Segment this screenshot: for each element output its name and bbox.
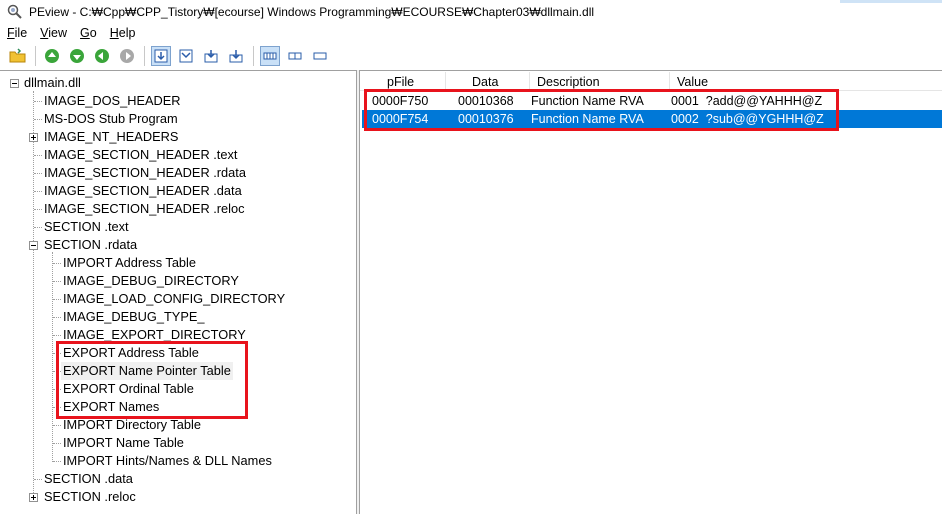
cell-pfile: 0000F754 bbox=[372, 112, 429, 126]
tree-line bbox=[53, 443, 61, 444]
column-header-value[interactable]: Value bbox=[670, 72, 942, 90]
tree-line bbox=[53, 407, 61, 408]
tree-item-export-names[interactable]: EXPORT Names bbox=[61, 398, 161, 416]
cell-description: Function Name RVA bbox=[531, 112, 644, 126]
toolbar-separator bbox=[253, 46, 254, 66]
view-hex-icon[interactable] bbox=[260, 46, 280, 66]
menu-file[interactable]: File bbox=[7, 26, 27, 40]
tree-item-dos-header[interactable]: IMAGE_DOS_HEADER bbox=[42, 92, 183, 110]
toolbar-separator bbox=[144, 46, 145, 66]
tree-item-debug-directory[interactable]: IMAGE_DEBUG_DIRECTORY bbox=[61, 272, 241, 290]
menu-view[interactable]: View bbox=[40, 26, 67, 40]
tree-line bbox=[34, 173, 42, 174]
column-header-pfile[interactable]: pFile bbox=[360, 72, 446, 90]
peview-app-icon bbox=[7, 4, 22, 19]
view-text-icon[interactable] bbox=[285, 46, 305, 66]
view-dword-icon[interactable] bbox=[201, 46, 221, 66]
tree-item-section-text[interactable]: SECTION .text bbox=[42, 218, 131, 236]
tree-line bbox=[34, 191, 42, 192]
tree-line bbox=[33, 91, 34, 499]
tree-root[interactable]: dllmain.dll bbox=[22, 74, 83, 92]
view-word-icon[interactable] bbox=[176, 46, 196, 66]
table-row[interactable]: 0000F750 00010368 Function Name RVA 0001… bbox=[362, 92, 942, 110]
title-accent bbox=[840, 0, 942, 3]
tree-line bbox=[53, 263, 61, 264]
view-qword-icon[interactable] bbox=[226, 46, 246, 66]
expand-reloc-icon[interactable] bbox=[29, 493, 38, 502]
detail-list[interactable]: pFile Data Description Value 0000F750 00… bbox=[360, 70, 942, 515]
collapse-root-icon[interactable] bbox=[10, 79, 19, 88]
tree-line bbox=[53, 425, 61, 426]
go-up-icon[interactable] bbox=[92, 46, 112, 66]
tree-item-dos-stub[interactable]: MS-DOS Stub Program bbox=[42, 110, 180, 128]
cell-description: Function Name RVA bbox=[531, 94, 644, 108]
tree-item-export-name-pointer-table[interactable]: EXPORT Name Pointer Table bbox=[61, 362, 233, 380]
tree-line bbox=[53, 317, 61, 318]
window-title: PEview - C:₩Cpp₩CPP_Tistory₩[ecourse] Wi… bbox=[29, 5, 595, 19]
cell-value: 0002 ?sub@@YGHHH@Z bbox=[671, 112, 824, 126]
tree-item-section-rdata[interactable]: SECTION .rdata bbox=[42, 236, 139, 254]
tree-line bbox=[34, 479, 42, 480]
tree-item-load-config-directory[interactable]: IMAGE_LOAD_CONFIG_DIRECTORY bbox=[61, 290, 287, 308]
tree-item-section-data[interactable]: SECTION .data bbox=[42, 470, 135, 488]
tree-line bbox=[53, 461, 61, 462]
cell-pfile: 0000F750 bbox=[372, 94, 429, 108]
tree-item-debug-type[interactable]: IMAGE_DEBUG_TYPE_ bbox=[61, 308, 207, 326]
tree-item-import-directory-table[interactable]: IMPORT Directory Table bbox=[61, 416, 203, 434]
menu-help[interactable]: Help bbox=[110, 26, 136, 40]
tree-item-section-reloc[interactable]: SECTION .reloc bbox=[42, 488, 138, 506]
toolbar-separator bbox=[35, 46, 36, 66]
section-tree[interactable]: dllmain.dll IMAGE_DOS_HEADER MS-DOS Stub… bbox=[0, 70, 356, 515]
tree-line bbox=[53, 371, 61, 372]
collapse-rdata-icon[interactable] bbox=[29, 241, 38, 250]
tree-item-export-directory[interactable]: IMAGE_EXPORT_DIRECTORY bbox=[61, 326, 248, 344]
go-forward-icon[interactable] bbox=[67, 46, 87, 66]
title-bar: PEview - C:₩Cpp₩CPP_Tistory₩[ecourse] Wi… bbox=[0, 0, 942, 24]
tree-line bbox=[53, 353, 61, 354]
tree-item-export-ordinal-table[interactable]: EXPORT Ordinal Table bbox=[61, 380, 196, 398]
tree-item-section-header-data[interactable]: IMAGE_SECTION_HEADER .data bbox=[42, 182, 244, 200]
tree-item-export-address-table[interactable]: EXPORT Address Table bbox=[61, 344, 201, 362]
cell-value: 0001 ?add@@YAHHH@Z bbox=[671, 94, 823, 108]
tree-item-import-name-table[interactable]: IMPORT Name Table bbox=[61, 434, 186, 452]
tree-item-import-hints-names[interactable]: IMPORT Hints/Names & DLL Names bbox=[61, 452, 274, 470]
open-folder-icon[interactable] bbox=[8, 46, 28, 66]
view-default-icon[interactable] bbox=[310, 46, 330, 66]
tree-line bbox=[52, 252, 53, 462]
toolbar bbox=[0, 42, 942, 70]
go-disabled-icon[interactable] bbox=[117, 46, 137, 66]
view-byte-icon[interactable] bbox=[151, 46, 171, 66]
tree-line bbox=[53, 335, 61, 336]
tree-item-section-header-reloc[interactable]: IMAGE_SECTION_HEADER .reloc bbox=[42, 200, 247, 218]
tree-item-import-address-table[interactable]: IMPORT Address Table bbox=[61, 254, 198, 272]
tree-line bbox=[34, 119, 42, 120]
column-header-data[interactable]: Data bbox=[446, 72, 530, 90]
tree-line bbox=[34, 227, 42, 228]
menu-bar: File View Go Help bbox=[0, 24, 942, 42]
tree-line bbox=[53, 389, 61, 390]
table-row-selected[interactable]: 0000F754 00010376 Function Name RVA 0002… bbox=[362, 110, 942, 128]
tree-line bbox=[53, 281, 61, 282]
expand-nt-headers-icon[interactable] bbox=[29, 133, 38, 142]
tree-line bbox=[53, 299, 61, 300]
list-header: pFile Data Description Value bbox=[360, 72, 942, 91]
cell-data: 00010376 bbox=[458, 112, 514, 126]
go-back-icon[interactable] bbox=[42, 46, 62, 66]
tree-line bbox=[34, 155, 42, 156]
cell-data: 00010368 bbox=[458, 94, 514, 108]
tree-item-section-header-text[interactable]: IMAGE_SECTION_HEADER .text bbox=[42, 146, 239, 164]
menu-go[interactable]: Go bbox=[80, 26, 97, 40]
tree-line bbox=[34, 101, 42, 102]
tree-item-section-header-rdata[interactable]: IMAGE_SECTION_HEADER .rdata bbox=[42, 164, 248, 182]
column-header-description[interactable]: Description bbox=[530, 72, 670, 90]
tree-line bbox=[34, 209, 42, 210]
tree-item-nt-headers[interactable]: IMAGE_NT_HEADERS bbox=[42, 128, 180, 146]
